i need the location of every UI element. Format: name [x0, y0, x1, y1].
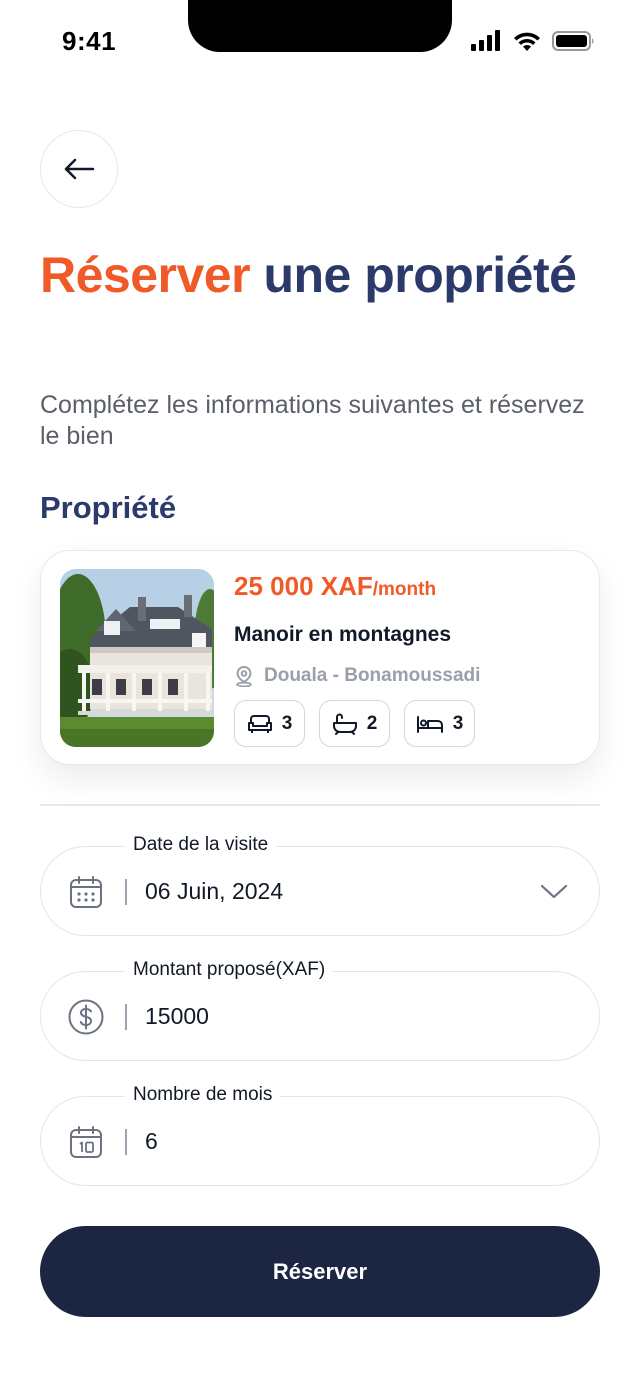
amenity-sofa-count: 3 [281, 712, 293, 734]
visit-date-value[interactable]: 06 Juin, 2024 [145, 878, 525, 905]
months-label: Nombre de mois [125, 1083, 281, 1107]
status-icons [470, 30, 596, 52]
chevron-down-icon[interactable] [539, 877, 569, 907]
divider [40, 804, 600, 806]
bed-icon [416, 715, 443, 733]
back-button[interactable] [40, 130, 118, 208]
wifi-icon [514, 32, 540, 51]
property-location: Douala - Bonamoussadi [234, 665, 480, 687]
property-card[interactable]: 25 000 XAF/month Manoir en montagnes Dou… [40, 550, 600, 765]
page-title: Réserver une propriété [40, 244, 600, 306]
page-title-rest: une propriété [250, 247, 577, 303]
page-subtitle: Complétez les informations suivantes et … [40, 391, 585, 450]
amenity-bed: 3 [404, 700, 475, 747]
field-separator [125, 879, 127, 905]
amount-field[interactable]: Montant proposé(XAF) 15000 [40, 958, 600, 1061]
amenity-bathtub: 2 [319, 700, 390, 747]
signal-icon [471, 30, 500, 51]
status-bar: 9:41 [0, 0, 640, 84]
sofa-icon [247, 714, 272, 733]
property-price: 25 000 XAF/month [234, 571, 436, 602]
amenity-bathtub-count: 2 [366, 712, 378, 734]
arrow-left-icon [64, 158, 95, 180]
visit-date-label: Date de la visite [125, 833, 277, 857]
reserve-button[interactable]: Réserver [40, 1226, 600, 1317]
amount-input[interactable]: 15000 [145, 1003, 525, 1030]
location-pin-icon [236, 665, 252, 687]
property-section-title: Propriété [40, 490, 177, 525]
price-unit: /month [372, 579, 437, 600]
months-field[interactable]: Nombre de mois 6 [40, 1083, 600, 1186]
calendar-icon [67, 873, 105, 911]
property-name: Manoir en montagnes [234, 623, 452, 646]
calendar-date-icon [67, 1123, 105, 1161]
status-time: 9:41 [62, 26, 117, 56]
amenity-bed-count: 3 [452, 712, 464, 734]
visit-date-field[interactable]: Date de la visite 06 Juin, 2024 [40, 833, 600, 936]
months-input[interactable]: 6 [145, 1128, 525, 1155]
field-separator [125, 1129, 127, 1155]
dollar-circle-icon [67, 998, 105, 1036]
battery-icon [552, 31, 594, 51]
amenities-list: 3 2 3 [234, 700, 475, 747]
field-separator [125, 1004, 127, 1030]
price-value: 25 000 XAF [234, 571, 373, 601]
device-notch [188, 0, 452, 52]
property-location-text: Douala - Bonamoussadi [264, 665, 481, 686]
page-title-accent: Réserver [40, 247, 251, 303]
amenity-sofa: 3 [234, 700, 305, 747]
bathtub-icon [332, 713, 357, 735]
property-image [60, 569, 214, 747]
amount-label: Montant proposé(XAF) [125, 958, 334, 982]
